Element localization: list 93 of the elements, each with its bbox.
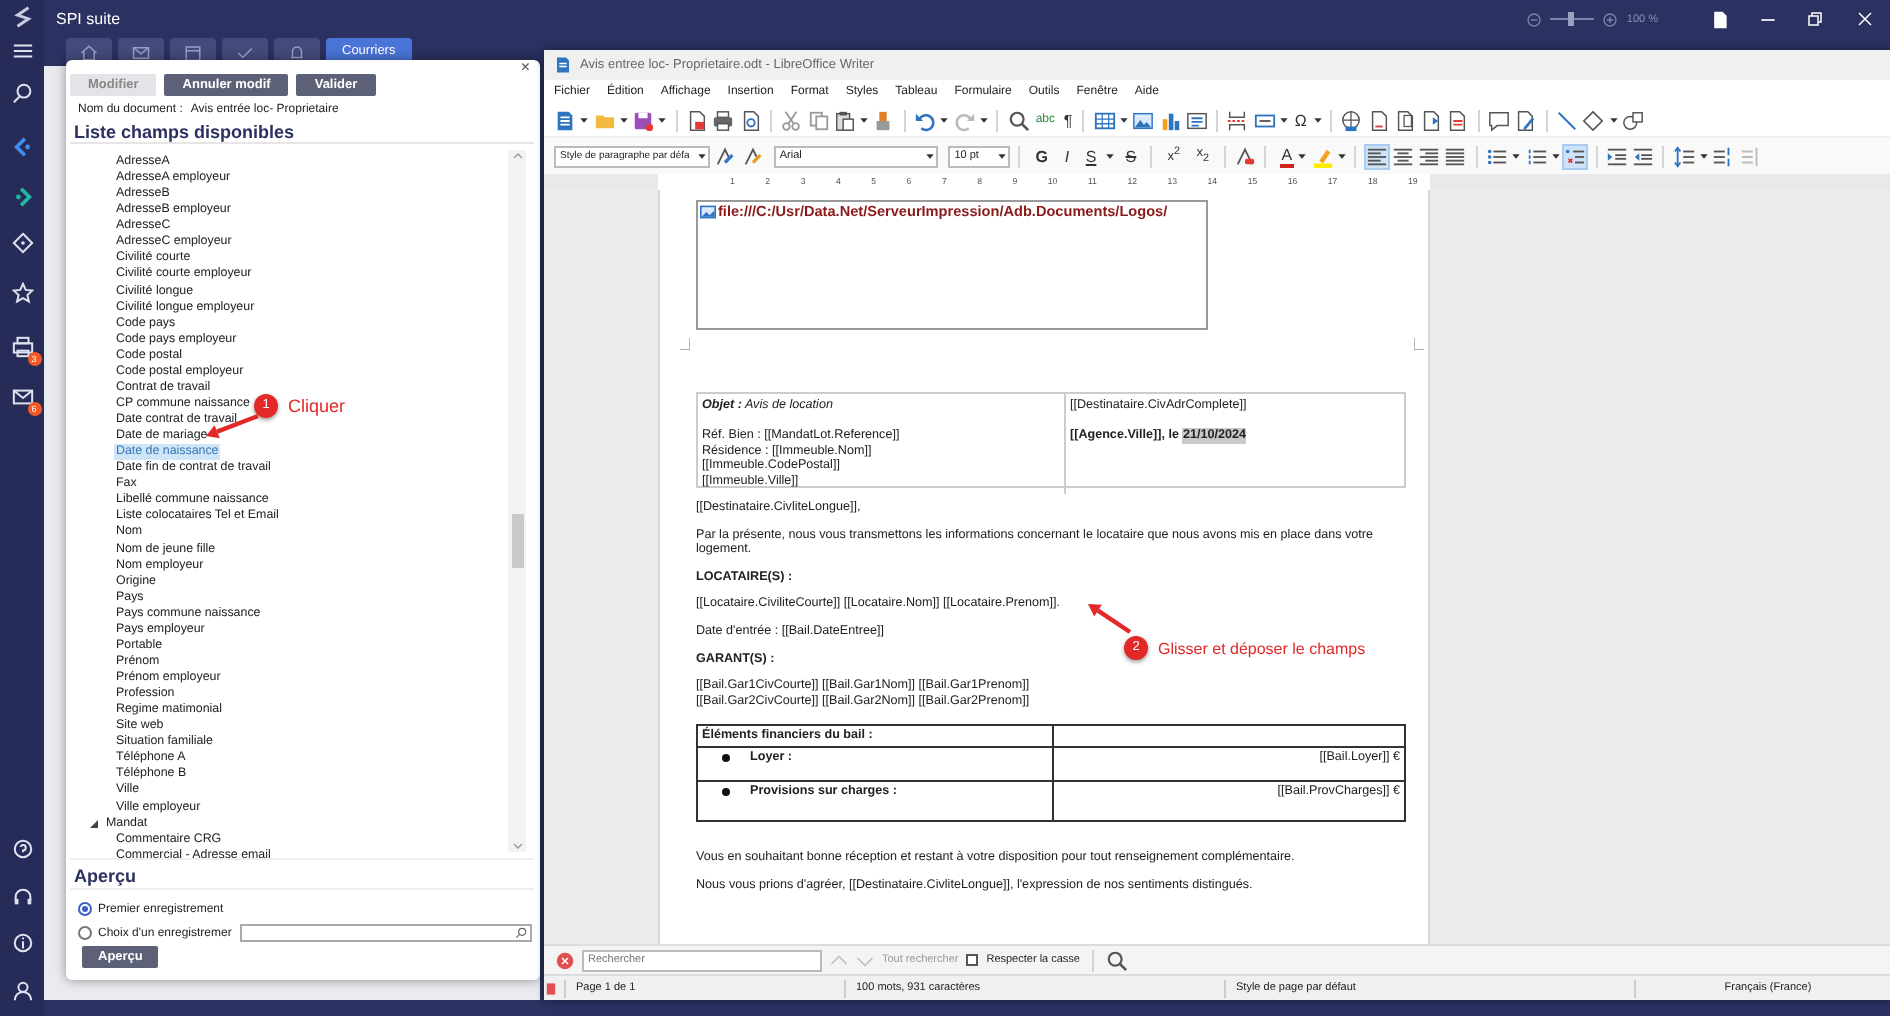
formatting-marks-button[interactable]: ¶ [1061, 109, 1075, 131]
bullet-list-icon[interactable] [1486, 145, 1509, 167]
scrollbar-thumb[interactable] [511, 514, 523, 568]
signature-icon [544, 981, 558, 995]
annotation-text: Cliquer [288, 396, 346, 416]
radio-button[interactable] [78, 926, 92, 940]
find-replace-icon[interactable] [1007, 109, 1030, 131]
outdent-icon[interactable] [1632, 145, 1655, 167]
underline-button[interactable]: S [1079, 145, 1103, 167]
zoom-out-icon[interactable] [1526, 11, 1543, 27]
record-field[interactable] [239, 924, 532, 942]
bookmark-icon[interactable] [1420, 109, 1443, 131]
scrollbar[interactable] [508, 150, 526, 852]
scroll-down-icon[interactable] [511, 840, 523, 852]
line-icon[interactable] [1555, 109, 1578, 131]
italic-button[interactable]: I [1058, 145, 1076, 167]
app-title: SPI suite [56, 10, 121, 28]
close-icon[interactable] [1856, 10, 1874, 28]
paragraph-spacing-icon[interactable] [1712, 145, 1735, 167]
image-icon[interactable] [1132, 109, 1155, 131]
scroll-up-icon[interactable] [511, 150, 523, 162]
section-title: Aperçu [70, 866, 534, 890]
check-icon [236, 43, 254, 61]
chevron-right-icon[interactable] [11, 185, 33, 207]
scissors-icon[interactable] [780, 109, 803, 131]
align-left-icon[interactable] [1365, 145, 1388, 167]
globe-icon[interactable] [1340, 109, 1363, 131]
calendar-icon [184, 43, 202, 61]
align-right-icon[interactable] [1418, 145, 1441, 167]
style-update-icon[interactable] [741, 145, 764, 167]
star-icon[interactable] [11, 281, 33, 303]
font-color-button[interactable]: A [1279, 145, 1295, 167]
bullet-icon [722, 787, 730, 796]
section-title: Liste champs disponibles [70, 122, 534, 144]
printer-icon[interactable] [11, 335, 33, 357]
image-icon [700, 204, 716, 220]
radio-button[interactable] [78, 902, 92, 916]
page-icon[interactable] [1710, 9, 1730, 29]
search-icon[interactable] [513, 926, 528, 940]
menu-icon[interactable] [11, 39, 33, 61]
undo-icon[interactable] [914, 109, 937, 131]
mail-icon[interactable] [11, 385, 33, 407]
restore-icon[interactable] [1806, 10, 1824, 28]
save-icon[interactable] [632, 109, 655, 131]
clear-format-icon[interactable] [1234, 145, 1257, 167]
indent-icon[interactable] [1605, 145, 1628, 167]
bullet-icon [722, 753, 730, 762]
checkbox[interactable] [966, 954, 979, 966]
justify-icon[interactable] [1444, 145, 1467, 167]
slider-thumb[interactable] [1567, 12, 1574, 26]
paste-icon[interactable] [833, 109, 856, 131]
numbered-list-icon[interactable] [1525, 145, 1548, 167]
print-preview-icon[interactable] [739, 109, 762, 131]
user-icon[interactable] [11, 979, 33, 1001]
annotation-text: Glisser et déposer le champs [1158, 639, 1366, 657]
pdf-export-icon[interactable] [686, 109, 709, 131]
close-button[interactable]: × [520, 60, 530, 74]
zoom-in-icon[interactable] [1602, 11, 1619, 27]
comment-icon[interactable] [1488, 109, 1511, 131]
strikethrough-button[interactable]: S [1119, 145, 1143, 167]
info-icon[interactable] [11, 931, 33, 953]
line-spacing-icon[interactable] [1673, 145, 1696, 167]
endnote-icon[interactable] [1393, 109, 1416, 131]
footnote-icon[interactable] [1367, 109, 1390, 131]
track-changes-icon[interactable] [1514, 109, 1537, 131]
shapes-icon[interactable] [1621, 109, 1644, 131]
cross-reference-icon[interactable] [1446, 109, 1469, 131]
margin-mark [1414, 338, 1424, 350]
outline-list-icon[interactable] [1564, 145, 1587, 167]
new-document-icon[interactable] [554, 109, 576, 131]
page-break-icon[interactable] [1226, 109, 1249, 131]
search-icon[interactable] [11, 81, 33, 103]
chevron-left-icon[interactable] [11, 135, 33, 157]
logo-icon [11, 5, 33, 27]
table-icon[interactable] [1093, 109, 1116, 131]
special-character-button[interactable]: Ω [1292, 109, 1309, 131]
text-box-icon[interactable] [1185, 109, 1208, 131]
field-icon[interactable] [1253, 109, 1276, 131]
mail-icon [132, 43, 150, 61]
diamond-icon[interactable] [1582, 109, 1605, 131]
style-brush-icon[interactable] [714, 145, 737, 167]
align-center-icon[interactable] [1391, 145, 1414, 167]
expanded-icon[interactable] [88, 817, 100, 830]
home-icon [80, 43, 98, 61]
headset-icon[interactable] [11, 885, 33, 907]
document-icon [554, 56, 572, 74]
bell-icon [288, 43, 306, 61]
margin-mark [680, 338, 690, 350]
find-replace-icon[interactable] [1106, 949, 1128, 971]
printer-icon[interactable] [712, 109, 735, 131]
bold-button[interactable]: G [1029, 145, 1055, 167]
chart-icon[interactable] [1159, 109, 1182, 131]
help-icon[interactable] [11, 837, 33, 859]
